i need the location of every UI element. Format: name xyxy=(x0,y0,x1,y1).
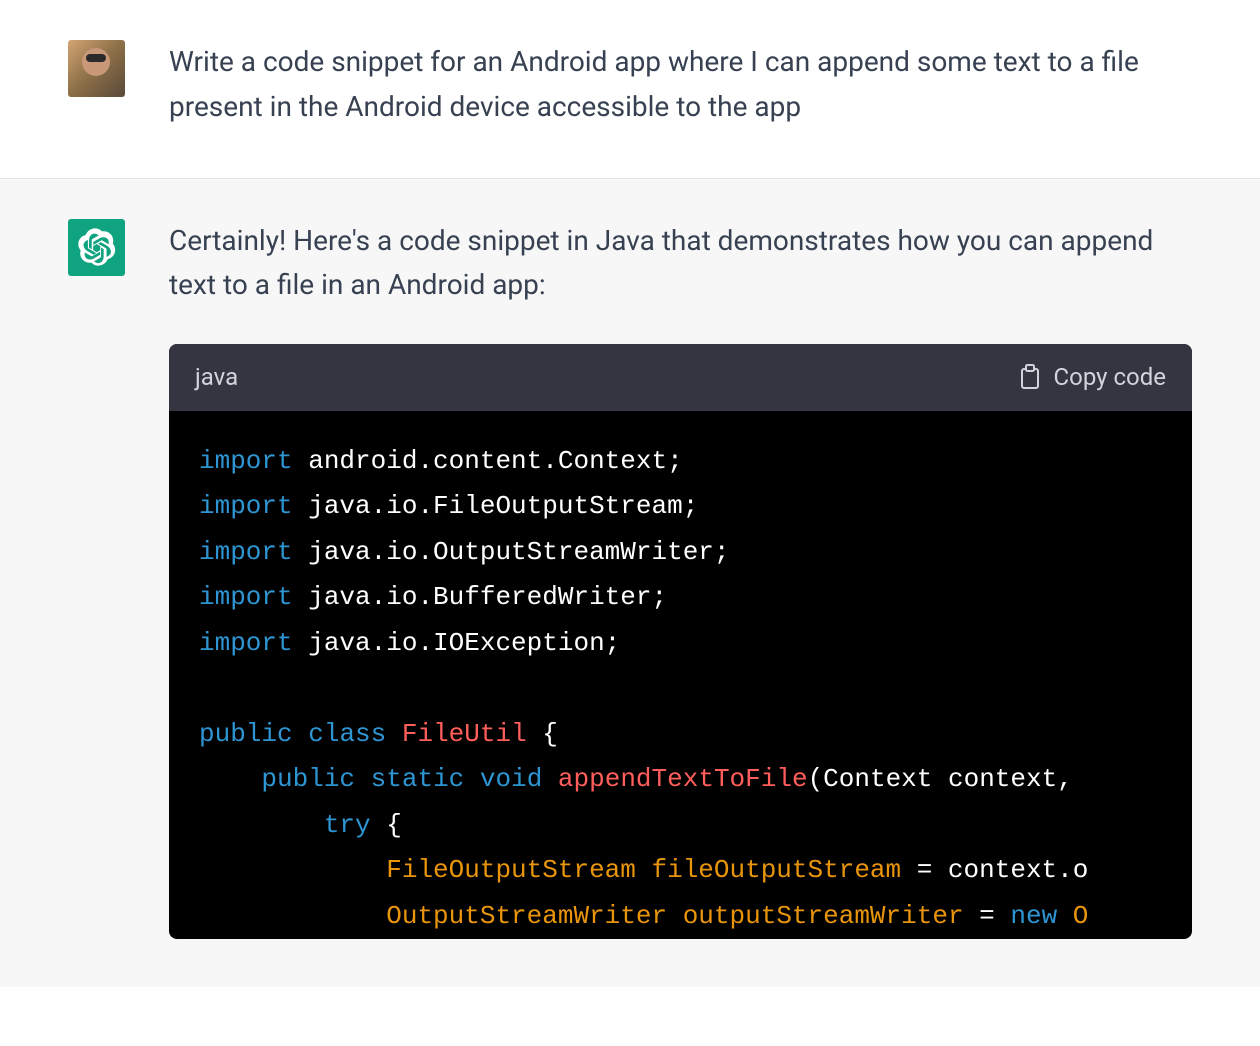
code-header: java Copy code xyxy=(169,344,1192,410)
user-avatar xyxy=(68,40,125,97)
code-language-label: java xyxy=(195,358,238,396)
code-body[interactable]: import android.content.Context; import j… xyxy=(169,411,1192,940)
assistant-message: Certainly! Here's a code snippet in Java… xyxy=(0,179,1260,987)
openai-logo-icon xyxy=(78,228,116,266)
copy-code-label: Copy code xyxy=(1054,363,1166,391)
user-message-text: Write a code snippet for an Android app … xyxy=(169,40,1192,130)
assistant-avatar xyxy=(68,219,125,276)
assistant-intro-text: Certainly! Here's a code snippet in Java… xyxy=(169,219,1192,309)
clipboard-icon xyxy=(1018,364,1042,390)
assistant-content: Certainly! Here's a code snippet in Java… xyxy=(169,219,1192,939)
user-message: Write a code snippet for an Android app … xyxy=(0,0,1260,179)
copy-code-button[interactable]: Copy code xyxy=(1018,363,1166,391)
code-block: java Copy code import android.content.Co… xyxy=(169,344,1192,939)
